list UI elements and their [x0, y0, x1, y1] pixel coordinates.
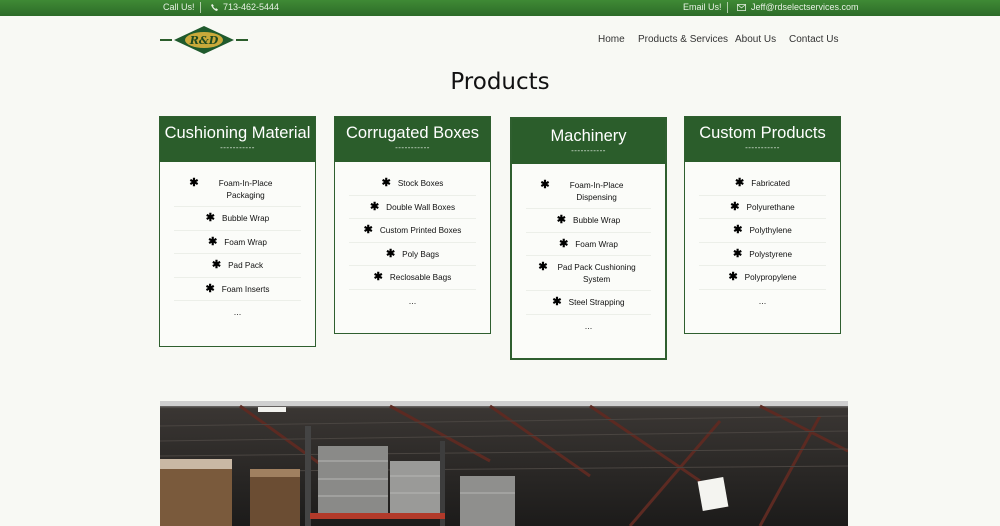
list-item[interactable]: ✱ Polypropylene: [699, 271, 826, 290]
card-divider: -----------: [571, 146, 606, 155]
card-divider: -----------: [220, 143, 255, 152]
logo-text: R&D: [189, 34, 219, 47]
warehouse-image: [160, 401, 848, 526]
asterisk-icon: ✱: [208, 235, 218, 248]
card-title: Machinery: [550, 127, 627, 145]
asterisk-icon: ✱: [205, 282, 215, 295]
divider: [200, 2, 201, 13]
card-header: Cushioning Material -----------: [160, 117, 315, 162]
list-item[interactable]: ✱ Stock Boxes: [349, 177, 476, 196]
logo-graphic: R&D: [160, 26, 248, 54]
company-logo[interactable]: R&D: [160, 26, 248, 54]
page-title: Products: [450, 69, 550, 95]
email-link[interactable]: Jeff@rdselectservices.com: [737, 2, 859, 13]
list-item[interactable]: ✱ Pad Pack Cushioning System: [526, 261, 651, 291]
asterisk-icon: ✱: [540, 179, 550, 191]
asterisk-icon: ✱: [373, 271, 383, 283]
card-corrugated-boxes[interactable]: Corrugated Boxes ----------- ✱ Stock Boxe…: [334, 116, 491, 334]
nav-about-us[interactable]: About Us: [735, 34, 776, 45]
nav-products-services[interactable]: Products & Services: [638, 34, 728, 45]
list-item[interactable]: ✱ Foam-In-Place Dispensing: [526, 179, 651, 209]
asterisk-icon: ✱: [733, 247, 743, 260]
card-machinery[interactable]: Machinery ----------- ✱ Foam-In-Place Dis…: [510, 117, 667, 360]
list-item[interactable]: ✱ Polystyrene: [699, 247, 826, 266]
card-divider: -----------: [395, 143, 430, 152]
asterisk-icon: ✱: [730, 200, 740, 213]
divider: [727, 2, 728, 13]
list-item[interactable]: ✱ Foam Inserts: [174, 282, 301, 301]
list-item[interactable]: ✱ Polythylene: [699, 224, 826, 243]
list-item[interactable]: ✱ Reclosable Bags: [349, 271, 476, 290]
asterisk-icon: ✱: [381, 177, 391, 189]
card-header: Corrugated Boxes -----------: [335, 117, 490, 162]
list-item[interactable]: ✱ Steel Strapping: [526, 296, 651, 315]
asterisk-icon: ✱: [385, 247, 396, 260]
asterisk-icon: ✱: [538, 261, 548, 273]
asterisk-icon: ✱: [189, 177, 199, 189]
more-link[interactable]: ...: [526, 321, 651, 331]
more-link[interactable]: ...: [699, 296, 826, 306]
asterisk-icon: ✱: [211, 259, 222, 271]
more-link[interactable]: ...: [349, 296, 476, 306]
email-us-label: Email Us!: [683, 2, 722, 12]
list-item[interactable]: ✱ Double Wall Boxes: [349, 200, 476, 219]
card-custom-products[interactable]: Custom Products ----------- ✱ Fabricated …: [684, 116, 841, 334]
card-title: Custom Products: [699, 124, 826, 142]
list-item[interactable]: ✱ Bubble Wrap: [174, 212, 301, 231]
list-item[interactable]: ✱ Polyurethane: [699, 200, 826, 219]
asterisk-icon: ✱: [728, 271, 738, 283]
card-header: Custom Products -----------: [685, 117, 840, 162]
asterisk-icon: ✱: [559, 237, 569, 250]
list-item[interactable]: ✱ Foam-In-Place Packaging: [174, 177, 301, 207]
email-address: Jeff@rdselectservices.com: [751, 2, 859, 12]
nav-home[interactable]: Home: [598, 34, 625, 45]
phone-link[interactable]: 713-462-5444: [211, 2, 279, 13]
phone-number: 713-462-5444: [223, 2, 280, 12]
list-item[interactable]: ✱ Pad Pack: [174, 259, 301, 278]
asterisk-icon: ✱: [205, 212, 216, 224]
list-item[interactable]: ✱ Foam Wrap: [526, 237, 651, 256]
list-item[interactable]: ✱ Fabricated: [699, 177, 826, 196]
top-bar: Call Us! 713-462-5444 Email Us! Jeff@rds…: [0, 0, 1000, 16]
list-item[interactable]: ✱ Poly Bags: [349, 247, 476, 266]
asterisk-icon: ✱: [735, 177, 745, 189]
asterisk-icon: ✱: [369, 200, 380, 213]
card-header: Machinery -----------: [512, 119, 665, 164]
envelope-icon: [737, 4, 746, 11]
phone-icon: [211, 4, 218, 12]
nav-contact-us[interactable]: Contact Us: [789, 34, 838, 45]
more-link[interactable]: ...: [174, 307, 301, 317]
asterisk-icon: ✱: [556, 214, 567, 226]
call-us-label: Call Us!: [163, 2, 195, 12]
list-item[interactable]: ✱ Foam Wrap: [174, 235, 301, 254]
card-divider: -----------: [745, 143, 780, 152]
card-title: Corrugated Boxes: [346, 124, 479, 142]
card-cushioning-material[interactable]: Cushioning Material ----------- ✱ Foam-In…: [159, 116, 316, 347]
asterisk-icon: ✱: [363, 224, 373, 236]
asterisk-icon: ✱: [552, 296, 562, 308]
card-title: Cushioning Material: [164, 124, 311, 142]
asterisk-icon: ✱: [733, 224, 743, 236]
warehouse-illustration: [160, 401, 848, 526]
list-item[interactable]: ✱ Bubble Wrap: [526, 214, 651, 233]
list-item[interactable]: ✱ Custom Printed Boxes: [349, 224, 476, 243]
